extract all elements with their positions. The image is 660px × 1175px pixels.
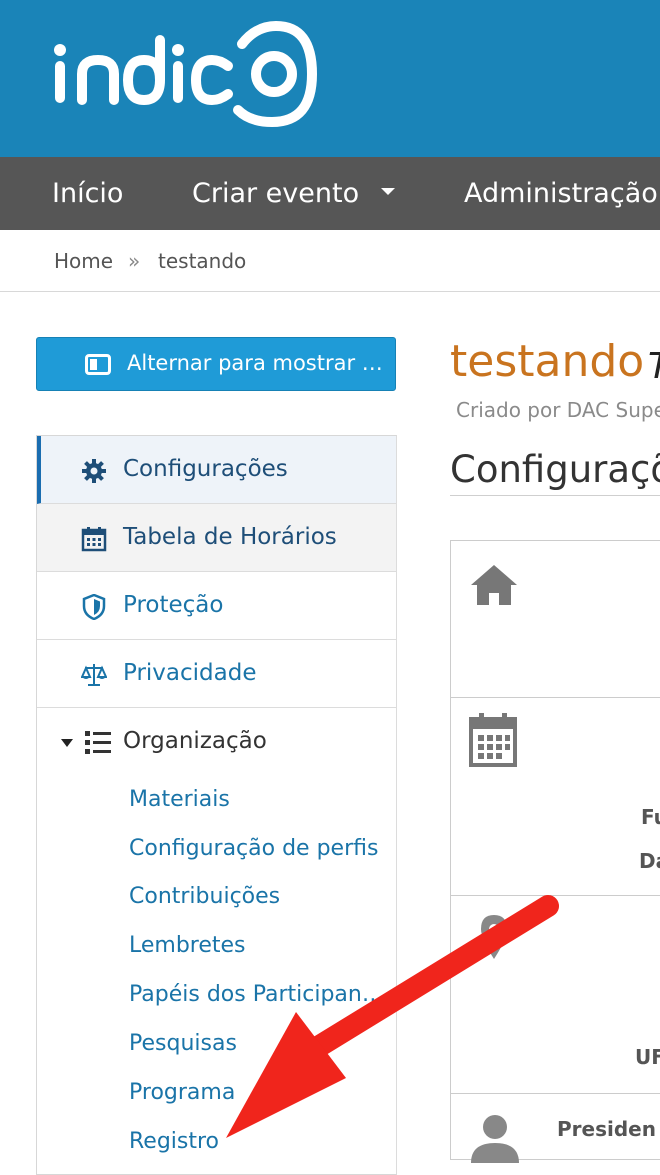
row-divider xyxy=(451,697,660,698)
toggle-window-icon xyxy=(85,354,111,375)
menu-item-label: Configurações xyxy=(123,456,288,482)
submenu-lembretes[interactable]: Lembretes xyxy=(129,933,387,958)
page-title: Configuraçõ xyxy=(450,448,660,491)
nav-criar-evento-label: Criar evento xyxy=(192,178,360,209)
chevron-down-icon xyxy=(381,188,396,195)
user-icon xyxy=(471,1115,519,1163)
caret-down-icon xyxy=(61,739,73,747)
toggle-view-label: Alternar para mostrar … xyxy=(127,351,383,375)
menu-item-protecao[interactable]: Proteção xyxy=(37,572,396,640)
detail-fragment: Presiden xyxy=(557,1117,656,1141)
submenu-materiais[interactable]: Materiais xyxy=(129,787,387,812)
toggle-view-button[interactable]: Alternar para mostrar … xyxy=(36,337,396,391)
submenu-registro[interactable]: Registro xyxy=(129,1129,387,1154)
menu-group-organizacao[interactable]: Organização xyxy=(37,708,396,776)
home-icon xyxy=(471,565,517,605)
submenu-contribuicoes[interactable]: Contribuições xyxy=(129,884,387,909)
event-created-by: Criado por DAC Supe xyxy=(456,398,660,422)
nav-inicio[interactable]: Início xyxy=(52,157,123,230)
event-management-menu: Configurações Tabela de Horários Proteçã… xyxy=(36,435,397,1175)
detail-fragment: Da xyxy=(639,849,660,873)
nav-criar-evento[interactable]: Criar evento xyxy=(192,157,396,230)
menu-group-label: Organização xyxy=(123,728,267,754)
list-icon xyxy=(85,731,111,754)
submenu-pesquisas[interactable]: Pesquisas xyxy=(129,1031,387,1056)
header-bar xyxy=(0,0,660,157)
scale-icon xyxy=(81,664,107,686)
calendar-icon xyxy=(81,527,107,552)
row-divider xyxy=(451,1093,660,1094)
nav-inicio-label: Início xyxy=(52,178,124,209)
breadcrumb-current[interactable]: testando xyxy=(158,249,246,273)
detail-fragment: UF xyxy=(635,1045,660,1069)
row-divider xyxy=(451,895,660,896)
shield-icon xyxy=(82,594,106,620)
menu-item-label: Privacidade xyxy=(123,660,257,686)
menu-item-label: Proteção xyxy=(123,592,224,618)
nav-administracao[interactable]: Administração xyxy=(464,157,658,230)
submenu-papeis-participantes[interactable]: Papéis dos Participan… xyxy=(129,982,387,1007)
settings-panel: Fu Da UF Presiden xyxy=(450,540,660,1163)
submenu-programa[interactable]: Programa xyxy=(129,1080,387,1105)
breadcrumb-home-link[interactable]: Home xyxy=(54,249,113,273)
event-title-extra: T xyxy=(648,346,660,387)
submenu-configuracao-perfis[interactable]: Configuração de perfis xyxy=(129,836,387,861)
gear-icon xyxy=(82,459,106,483)
menu-item-privacidade[interactable]: Privacidade xyxy=(37,640,396,708)
menu-item-configuracoes[interactable]: Configurações xyxy=(37,436,396,504)
title-divider xyxy=(450,495,660,496)
menu-item-tabela-horarios[interactable]: Tabela de Horários xyxy=(37,504,396,572)
breadcrumb: Home » testando xyxy=(0,230,660,292)
map-marker-icon xyxy=(481,915,507,959)
main-navbar: Início Criar evento Administração xyxy=(0,157,660,230)
breadcrumb-separator: » xyxy=(128,249,141,273)
menu-item-label: Tabela de Horários xyxy=(123,524,337,550)
nav-administracao-label: Administração xyxy=(464,178,658,209)
calendar-icon xyxy=(469,713,517,767)
event-title[interactable]: testando xyxy=(450,336,644,387)
detail-fragment: Fu xyxy=(641,805,660,829)
indico-logo[interactable] xyxy=(52,18,322,130)
